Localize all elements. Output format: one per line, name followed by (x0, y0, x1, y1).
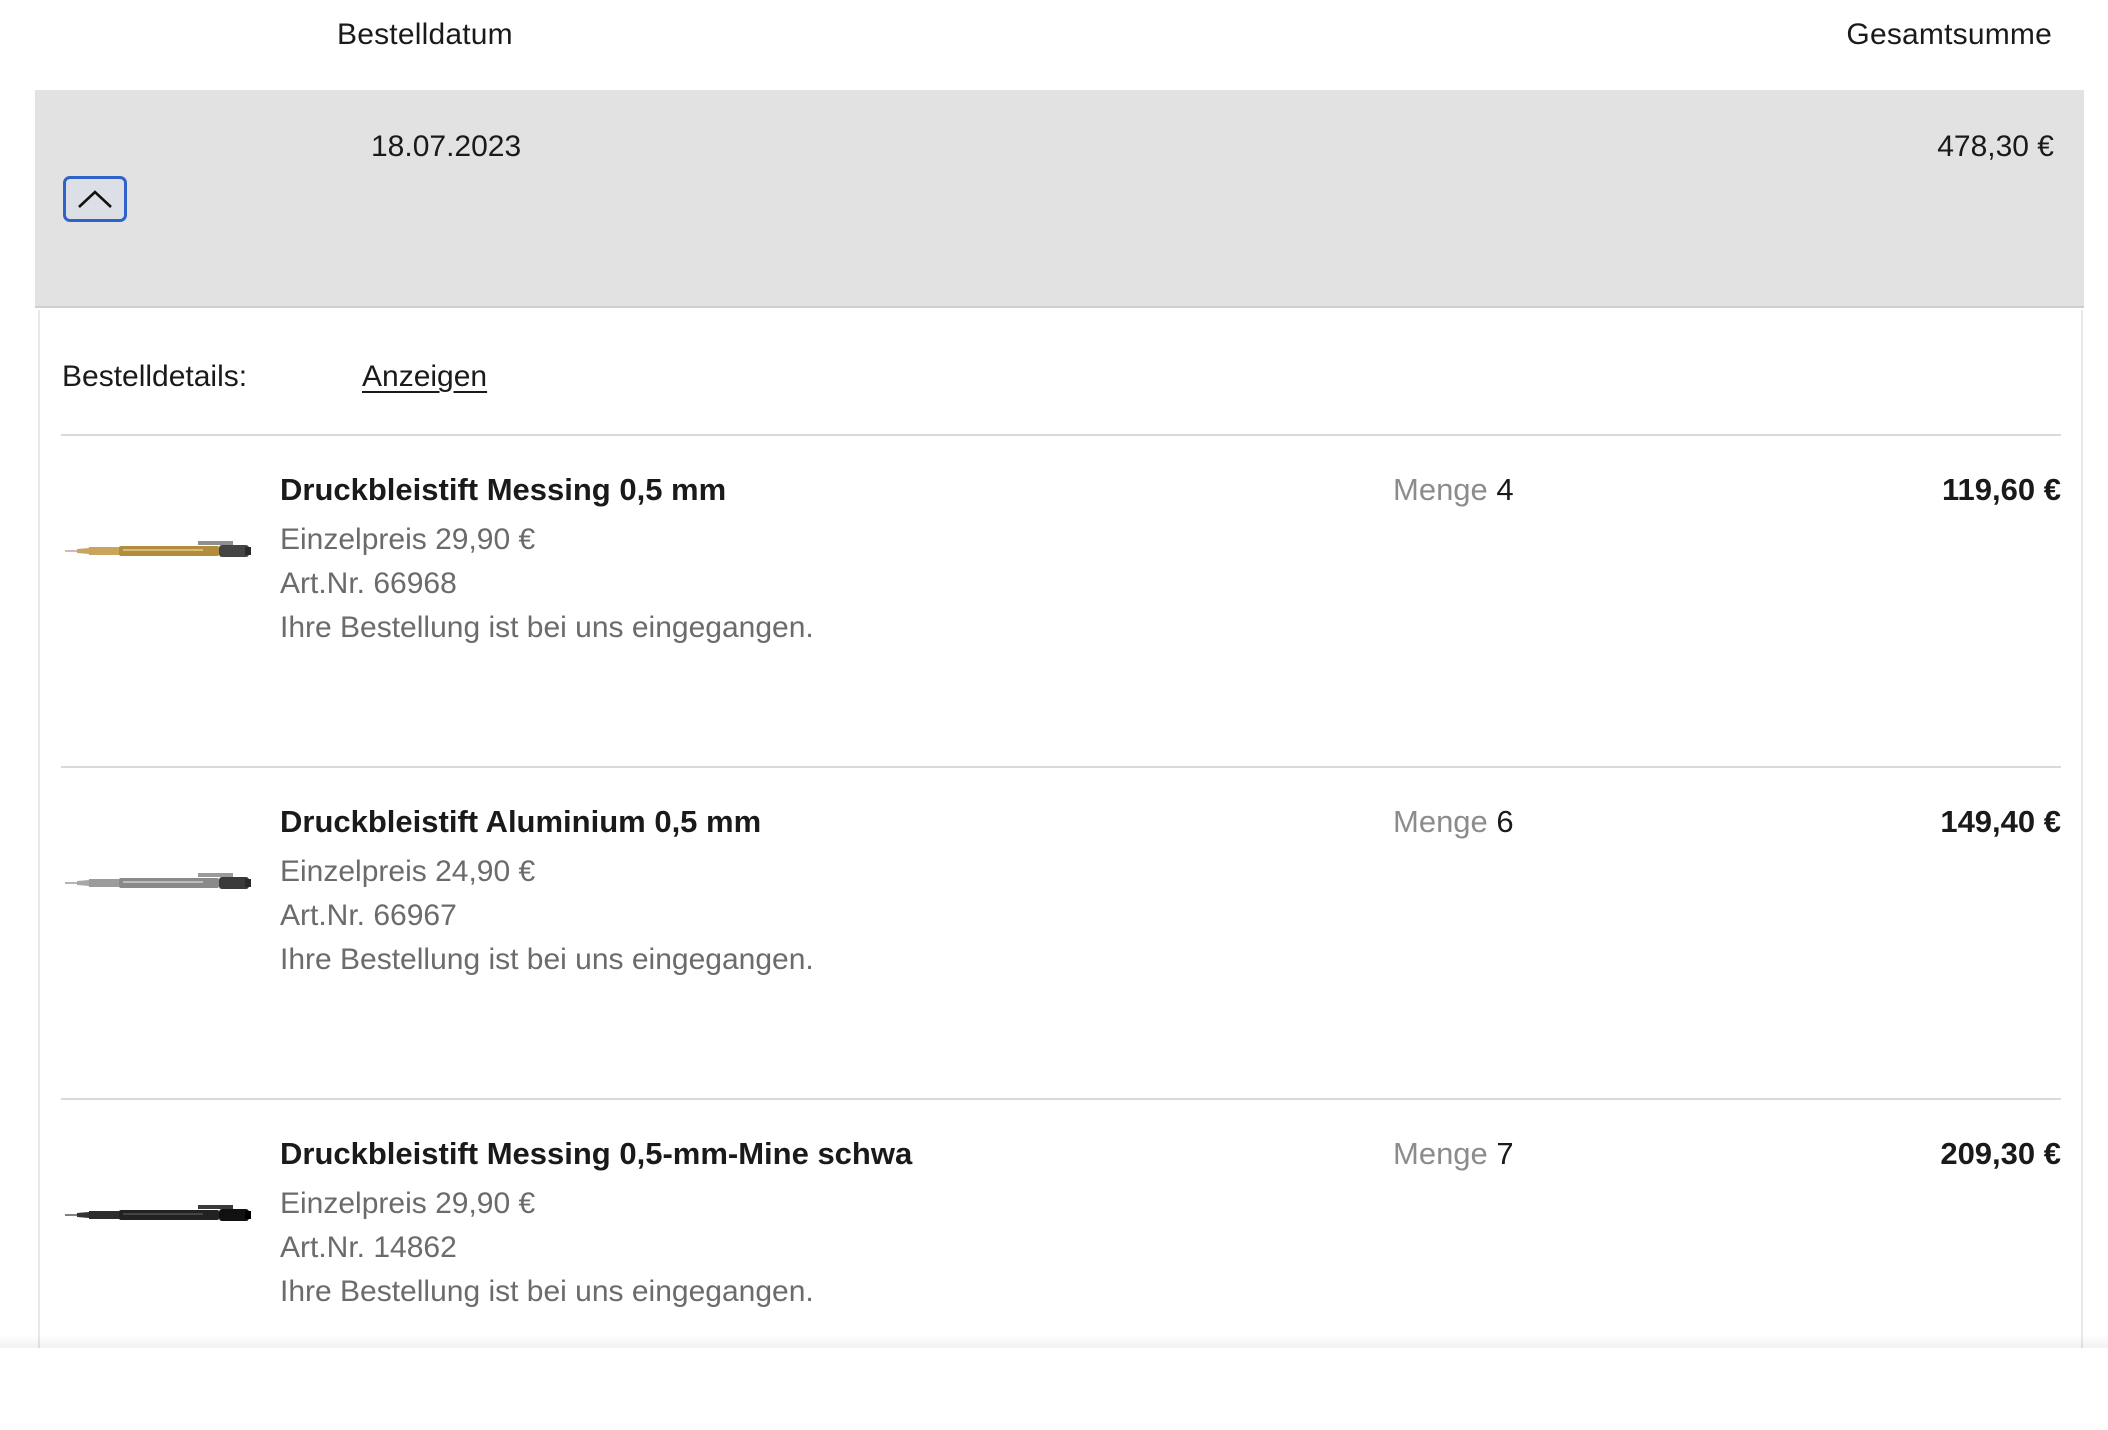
quantity-label: Menge (1393, 1136, 1488, 1171)
collapse-order-button[interactable] (63, 176, 127, 222)
quantity-label: Menge (1393, 472, 1488, 507)
item-price: 119,60 € (1942, 472, 2061, 507)
item-unit-price: Einzelpreis 24,90 € (280, 855, 536, 888)
total-column-header: Gesamtsumme (1846, 18, 2052, 51)
item-unit-price: Einzelpreis 29,90 € (280, 1187, 536, 1220)
chevron-up-icon (78, 190, 112, 208)
item-status: Ihre Bestellung ist bei uns eingegangen. (280, 943, 814, 976)
black-pencil-image (65, 1205, 251, 1221)
item-unit-price: Einzelpreis 29,90 € (280, 523, 536, 556)
order-details-label: Bestelldetails: (62, 360, 248, 393)
item-name[interactable]: Druckbleistift Messing 0,5-mm-Mine schwa (280, 1136, 912, 1172)
order-list-header: Bestelldatum Gesamtsumme (0, 0, 2108, 90)
order-item: Druckbleistift Messing 0,5-mm-Mine schwa… (61, 1100, 2061, 1430)
order-date-column-header: Bestelldatum (337, 18, 513, 51)
item-status: Ihre Bestellung ist bei uns eingegangen. (280, 611, 814, 644)
order-total: 478,30 € (1937, 130, 2054, 163)
show-order-details-link[interactable]: Anzeigen (362, 360, 487, 394)
quantity-value: 4 (1496, 472, 1514, 507)
item-article-number: Art.Nr. 66968 (280, 567, 457, 600)
quantity-label: Menge (1393, 804, 1488, 839)
item-quantity: Menge 4 (1393, 472, 1514, 508)
bottom-fade (0, 1334, 2108, 1348)
item-article-number: Art.Nr. 66967 (280, 899, 457, 932)
brass-pencil-image (65, 541, 251, 557)
order-details-panel: Bestelldetails: Anzeigen Druckbleistift … (38, 310, 2083, 1348)
item-status: Ihre Bestellung ist bei uns eingegangen. (280, 1275, 814, 1308)
order-item: Druckbleistift Aluminium 0,5 mm Einzelpr… (61, 768, 2061, 1098)
quantity-value: 6 (1496, 804, 1514, 839)
item-name[interactable]: Druckbleistift Messing 0,5 mm (280, 472, 726, 508)
item-quantity: Menge 7 (1393, 1136, 1514, 1172)
quantity-value: 7 (1496, 1136, 1514, 1171)
order-summary-row[interactable]: 18.07.2023 478,30 € (35, 90, 2084, 308)
order-date: 18.07.2023 (371, 130, 522, 163)
item-article-number: Art.Nr. 14862 (280, 1231, 457, 1264)
item-price: 209,30 € (1940, 1136, 2061, 1171)
order-item: Druckbleistift Messing 0,5 mm Einzelprei… (61, 436, 2061, 766)
item-name[interactable]: Druckbleistift Aluminium 0,5 mm (280, 804, 761, 840)
item-price: 149,40 € (1940, 804, 2061, 839)
item-quantity: Menge 6 (1393, 804, 1514, 840)
aluminium-pencil-image (65, 873, 251, 889)
